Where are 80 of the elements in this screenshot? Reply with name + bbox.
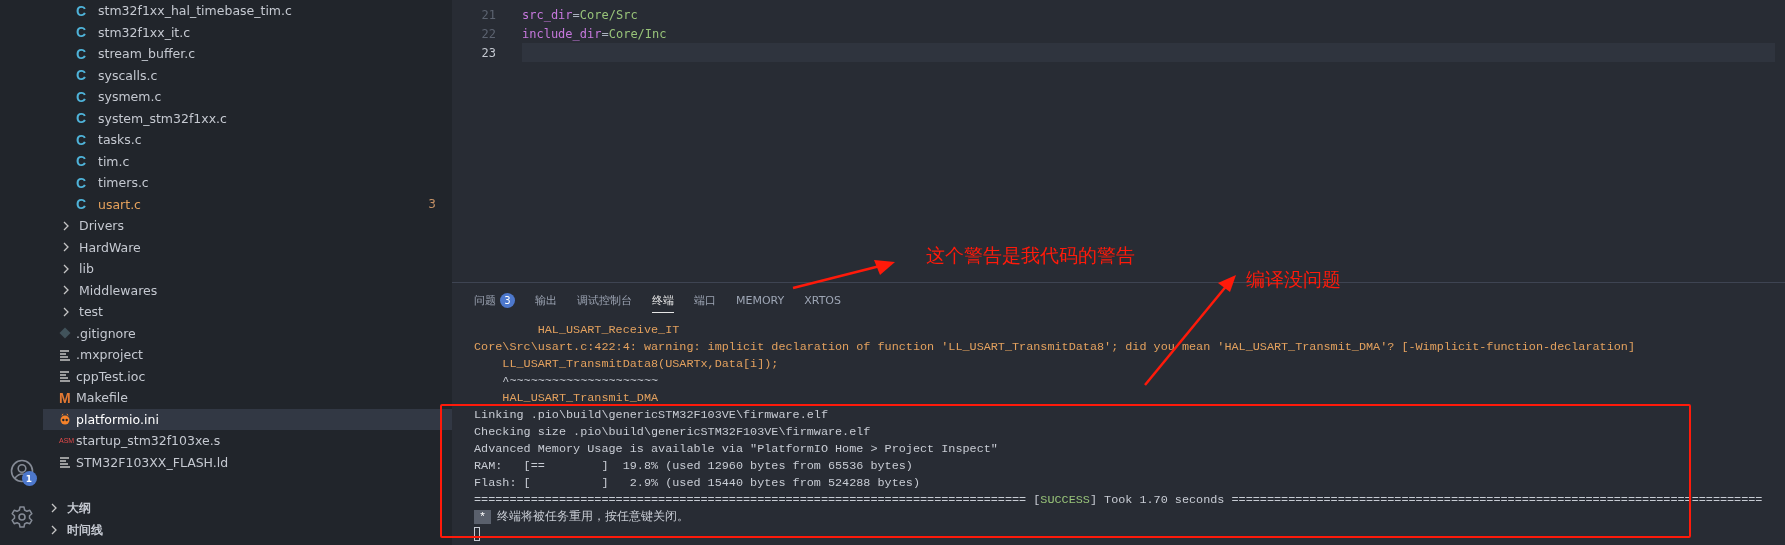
settings-icon[interactable] xyxy=(9,505,34,529)
panel-tab[interactable]: 调试控制台 xyxy=(577,289,632,313)
alien-head-icon xyxy=(59,413,71,426)
file-item[interactable]: C timers.c xyxy=(43,172,452,194)
file-item[interactable]: C tasks.c xyxy=(43,129,452,151)
folder-item[interactable]: Drivers xyxy=(43,215,452,237)
diamond-icon xyxy=(59,327,71,340)
chevron-icon xyxy=(61,306,71,317)
code-key: include_dir xyxy=(522,26,602,41)
c-file-icon: C xyxy=(76,110,90,127)
text-lines-icon xyxy=(59,348,71,361)
c-file-icon: C xyxy=(76,45,90,62)
file-item[interactable]: .gitignore xyxy=(43,322,452,344)
chevron-icon xyxy=(61,220,71,231)
terminal-message: 终端将被任务重用，按任意键关闭。 xyxy=(497,509,690,524)
folder-item[interactable]: test xyxy=(43,301,452,323)
file-item[interactable]: C stm32f1xx_it.c xyxy=(43,21,452,43)
file-item[interactable]: .mxproject xyxy=(43,344,452,366)
terminal-line: HAL_USART_Receive_IT xyxy=(536,322,680,337)
text-lines-icon xyxy=(59,456,71,469)
terminal-line: HAL_USART_Transmit_DMA xyxy=(501,390,659,405)
file-item[interactable]: C tim.c xyxy=(43,150,452,172)
line-number: 23 xyxy=(480,45,497,60)
panel-tab[interactable]: MEMORY xyxy=(736,290,785,312)
folder-item[interactable]: lib xyxy=(43,258,452,280)
c-file-icon: C xyxy=(76,174,90,191)
file-item[interactable]: C syscalls.c xyxy=(43,64,452,86)
chevron-icon xyxy=(61,285,71,296)
notification-badge: 1 xyxy=(21,471,37,486)
c-file-icon: C xyxy=(76,153,90,170)
annotation-text: 编译没问题 xyxy=(1246,267,1341,292)
terminal-line: Advanced Memory Usage is available via "PlatformIO Home > Project Inspect" xyxy=(474,441,998,456)
terminal-line: LL_USART_TransmitData8(USARTx,Data[i]); xyxy=(501,356,779,371)
m-letter-icon: M xyxy=(59,389,71,406)
c-file-icon: C xyxy=(76,88,90,105)
terminal-line: Core\Src\usart.c:422:4: warning: implicit declaration of function 'LL_USART_TransmitData8'; did you mean 'HAL_USART_Transmit_DMA'? [-Wimplicit-function-declaration] xyxy=(474,339,1635,354)
folder-item[interactable]: Middlewares xyxy=(43,279,452,301)
file-item[interactable]: M Makefile xyxy=(43,387,452,409)
c-file-icon: C xyxy=(76,196,90,213)
file-item[interactable]: STM32F103XX_FLASH.ld xyxy=(43,451,452,473)
c-file-icon: C xyxy=(76,2,90,19)
terminal-marker: * xyxy=(474,509,492,524)
c-file-icon: C xyxy=(76,67,90,84)
line-number: 22 xyxy=(480,26,497,41)
chevron-icon xyxy=(61,263,71,274)
c-file-icon: C xyxy=(76,131,90,148)
text-lines-icon xyxy=(59,370,71,383)
panel-tab[interactable]: XRTOS xyxy=(804,290,841,312)
section-header[interactable]: 大纲 xyxy=(43,497,452,519)
code-value: Core/Src xyxy=(579,7,638,22)
terminal-line: RAM: [== ] 19.8% (used 12960 bytes from 65536 bytes) xyxy=(474,458,913,473)
code-value: Core/Inc xyxy=(608,26,667,41)
file-item[interactable]: C stm32f1xx_hal_timebase_tim.c xyxy=(43,0,452,22)
terminal-line: Checking size .pio\build\genericSTM32F103VE\firmware.elf xyxy=(474,424,871,439)
c-file-icon: C xyxy=(76,24,90,41)
file-item[interactable]: C sysmem.c xyxy=(43,86,452,108)
file-item[interactable]: C usart.c 3 xyxy=(43,193,452,215)
account-icon[interactable] xyxy=(9,459,34,483)
terminal-cursor xyxy=(474,526,480,541)
chevron-icon xyxy=(61,242,71,253)
file-item[interactable]: C stream_buffer.c xyxy=(43,43,452,65)
code-key: src_dir xyxy=(522,7,573,22)
panel-tab[interactable]: 输出 xyxy=(535,289,557,313)
chevron-icon xyxy=(49,525,59,535)
panel-tab[interactable]: 端口 xyxy=(694,289,716,313)
file-item[interactable]: C system_stm32f1xx.c xyxy=(43,107,452,129)
section-header[interactable]: 时间线 xyxy=(43,519,452,541)
panel-tab[interactable]: 问题 3 xyxy=(474,289,515,313)
terminal-line: ^~~~~~~~~~~~~~~~~~~~~~ xyxy=(501,373,659,388)
file-item[interactable]: platformio.ini xyxy=(43,408,452,430)
chevron-icon xyxy=(49,503,59,513)
panel-tab[interactable]: 终端 xyxy=(652,289,674,313)
folder-item[interactable]: HardWare xyxy=(43,236,452,258)
line-number: 21 xyxy=(480,7,497,22)
terminal-line: Flash: [ ] 2.9% (used 15440 bytes from 524288 bytes) xyxy=(474,475,920,490)
code-operator: = xyxy=(572,7,580,22)
terminal-line: Linking .pio\build\genericSTM32F103VE\firmware.elf xyxy=(474,407,828,422)
code-operator: = xyxy=(601,26,609,41)
annotation-text: 这个警告是我代码的警告 xyxy=(926,243,1135,268)
file-item[interactable]: cppTest.ioc xyxy=(43,365,452,387)
